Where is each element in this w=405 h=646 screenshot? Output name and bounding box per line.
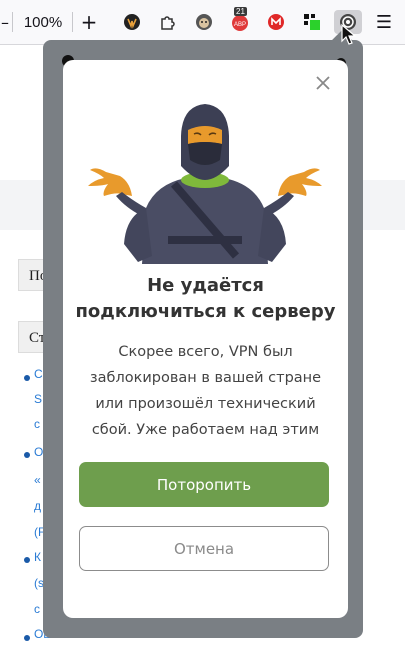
extension-2-button[interactable] (156, 10, 180, 34)
dialog-description-line: Скорее всего, VPN был (118, 344, 293, 360)
adblock-extension-button[interactable]: ABP 21 (228, 7, 252, 34)
page-link[interactable]: с (34, 417, 40, 431)
extension-5-button[interactable] (264, 10, 288, 34)
zoom-level[interactable]: 100% (18, 10, 68, 34)
extension-6-button[interactable] (300, 10, 324, 34)
shrugging-ninja-illustration (88, 104, 322, 264)
page-link[interactable]: С (34, 367, 43, 381)
dialog-description: Скорее всего, VPN был заблокирован в ваш… (78, 339, 333, 443)
svg-text:ABP: ABP (234, 22, 246, 28)
close-icon (316, 76, 330, 90)
mask-icon (124, 14, 140, 30)
extension-1-button[interactable] (120, 10, 144, 34)
page-link[interactable]: К (34, 550, 41, 564)
dialog-title: Не удаётся подключиться к серверу (63, 273, 348, 325)
mouse-cursor-icon (341, 24, 357, 45)
page-link[interactable]: с (34, 602, 40, 616)
toolbar-separator (12, 12, 13, 32)
list-bullet (24, 452, 30, 458)
page-link[interactable]: « (34, 473, 41, 487)
monkey-icon (196, 14, 212, 30)
error-dialog: Не удаётся подключиться к серверу Скорее… (63, 60, 348, 618)
extension-3-button[interactable] (192, 10, 216, 34)
cancel-button[interactable]: Отмена (79, 526, 329, 571)
toolbar-separator (72, 12, 73, 32)
hurry-up-button[interactable]: Поторопить (79, 462, 329, 507)
close-button[interactable] (312, 72, 334, 94)
m-icon (268, 14, 284, 30)
dialog-description-line: или произошёл технический (95, 396, 316, 412)
list-bullet (24, 557, 30, 563)
zoom-out-button[interactable]: – (0, 10, 10, 34)
dialog-title-line: подключиться к серверу (75, 301, 336, 322)
dialog-description-line: сбой. Уже работаем над этим (91, 422, 320, 438)
list-bullet (24, 635, 30, 641)
hamburger-menu-icon[interactable]: ☰ (372, 10, 396, 34)
page-link[interactable]: д (34, 499, 41, 513)
list-bullet (24, 375, 30, 381)
adblock-count-badge: 21 (234, 7, 247, 16)
page-link[interactable]: S (34, 392, 42, 406)
page-link[interactable]: О (34, 445, 43, 459)
dialog-title-line: Не удаётся (147, 275, 264, 296)
qr-grid-icon (304, 14, 320, 30)
dialog-description-line: заблокирован в вашей стране (89, 370, 322, 386)
zoom-in-button[interactable]: + (78, 10, 100, 34)
puzzle-icon (161, 16, 175, 30)
